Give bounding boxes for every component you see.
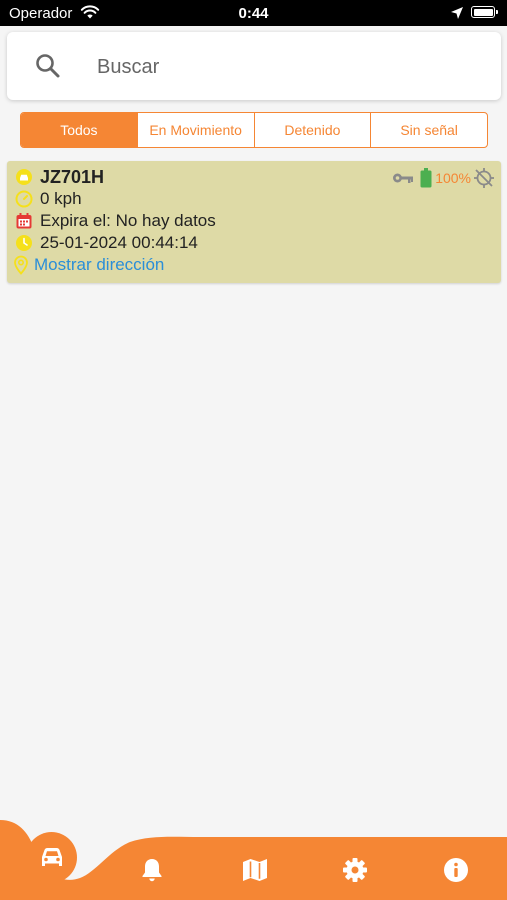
speed-icon <box>13 188 35 210</box>
battery-percentage: 100% <box>435 170 471 186</box>
tab-sin-senal[interactable]: Sin señal <box>370 113 487 147</box>
vehicle-card[interactable]: JZ701H 0 kph Expira el: No hay datos 25-… <box>7 161 501 283</box>
clock-time: 0:44 <box>238 5 269 22</box>
location-pin-icon <box>11 254 31 276</box>
clock-icon <box>13 232 35 254</box>
info-icon[interactable] <box>443 857 469 888</box>
location-arrow-icon <box>450 6 464 24</box>
tab-en-movimiento[interactable]: En Movimiento <box>136 113 254 147</box>
search-input[interactable] <box>95 50 479 84</box>
vehicle-datetime: 25-01-2024 00:44:14 <box>40 233 198 252</box>
vehicle-address-row: Mostrar dirección <box>11 254 164 276</box>
vehicle-plate-row: JZ701H <box>13 166 104 188</box>
car-icon <box>38 846 66 870</box>
vehicle-speed: 0 kph <box>40 189 82 208</box>
gear-icon[interactable] <box>342 857 368 888</box>
vehicle-speed-row: 0 kph <box>13 188 82 210</box>
bell-icon[interactable] <box>140 857 164 888</box>
tab-detenido[interactable]: Detenido <box>253 113 371 147</box>
vehicle-expiry-row: Expira el: No hay datos <box>13 210 216 232</box>
status-bar: Operador 0:44 <box>0 0 507 26</box>
vehicle-datetime-row: 25-01-2024 00:44:14 <box>13 232 198 254</box>
gps-off-icon <box>473 167 495 189</box>
battery-icon <box>420 168 432 188</box>
map-icon[interactable] <box>242 857 268 888</box>
battery-status-icon <box>471 6 498 18</box>
tab-todos[interactable]: Todos <box>21 113 137 147</box>
car-status-icon <box>13 166 35 188</box>
search-bar <box>7 32 501 100</box>
calendar-icon <box>13 210 35 232</box>
search-icon[interactable] <box>35 53 61 84</box>
vehicle-expiry: Expira el: No hay datos <box>40 211 216 230</box>
bottom-navigation <box>0 820 507 900</box>
key-icon <box>392 171 414 185</box>
nav-vehicles-button[interactable] <box>26 832 77 883</box>
show-address-link[interactable]: Mostrar dirección <box>34 255 164 275</box>
vehicle-status-indicators: 100% <box>392 167 495 189</box>
filter-tabs: Todos En Movimiento Detenido Sin señal <box>20 112 488 148</box>
vehicle-plate: JZ701H <box>40 166 105 187</box>
